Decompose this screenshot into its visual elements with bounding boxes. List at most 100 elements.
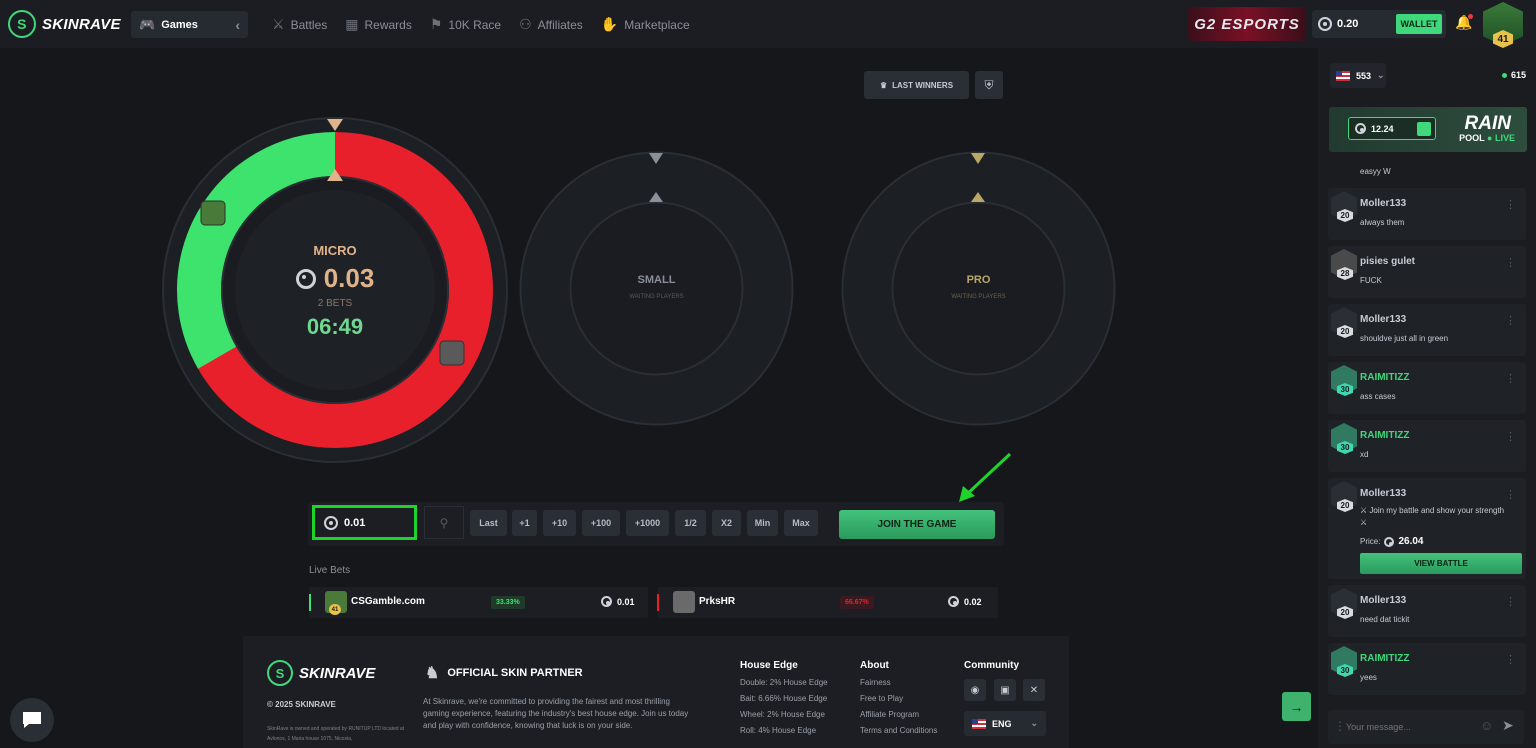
player-avatar <box>673 591 695 613</box>
footer-link[interactable]: Free to Play <box>860 694 937 703</box>
arrow-right-button[interactable]: → <box>1282 692 1311 721</box>
twitch-icon[interactable]: ▣ <box>994 679 1016 701</box>
bet-amount-input[interactable]: 0.01 <box>312 505 417 540</box>
chat-username[interactable]: Moller133 <box>1360 595 1406 606</box>
chevron-left-icon[interactable]: ‹ <box>235 17 240 33</box>
chat-username[interactable]: RAIMITIZZ <box>1360 653 1409 664</box>
discord-icon[interactable]: ◉ <box>964 679 986 701</box>
footer-link[interactable]: Terms and Conditions <box>860 726 937 735</box>
chip-plus1000[interactable]: +1000 <box>626 510 669 536</box>
chip-min[interactable]: Min <box>747 510 778 536</box>
chat-message: 30 RAIMITIZZ yees ⋮ <box>1328 643 1526 695</box>
chip-plus100[interactable]: +100 <box>582 510 620 536</box>
chat-message-input[interactable] <box>1346 718 1476 736</box>
nav-battles[interactable]: ⚔ Battles <box>272 16 327 33</box>
x-icon[interactable]: ✕ <box>1023 679 1045 701</box>
chat-username[interactable]: pisies gulet <box>1360 256 1415 267</box>
coin-icon <box>1384 536 1395 547</box>
esports-banner[interactable]: G2 ESPORTS <box>1188 7 1306 41</box>
clear-bet-button[interactable]: ⚲ <box>424 506 464 539</box>
more-icon[interactable]: ⋮ <box>1505 430 1516 443</box>
nav-label: Battles <box>290 17 328 32</box>
games-menu[interactable]: 🎮 Games ‹ <box>131 11 248 38</box>
coin-icon <box>324 515 338 530</box>
community-column: Community <box>964 660 1019 678</box>
footer-link[interactable]: Affiliate Program <box>860 710 937 719</box>
crown-icon: ♛ <box>879 80 888 90</box>
fairness-shield-button[interactable]: ⛨ <box>975 71 1003 99</box>
nav-rewards[interactable]: ▦ Rewards <box>345 16 412 33</box>
more-icon[interactable]: ⋮ <box>1505 372 1516 385</box>
chip-plus1[interactable]: +1 <box>512 510 537 536</box>
small-wheel[interactable] <box>518 150 795 427</box>
chat-text: xd <box>1360 450 1369 459</box>
annotation-arrow <box>959 452 1012 502</box>
coin-icon <box>1355 123 1366 134</box>
chat-username[interactable]: Moller133 <box>1360 488 1406 499</box>
chat-username[interactable]: Moller133 <box>1360 198 1406 209</box>
coin-icon <box>295 268 316 289</box>
column-title: House Edge <box>740 660 798 671</box>
footer-link[interactable]: Double: 2% House Edge <box>740 678 828 687</box>
nav-label: 10K Race <box>448 17 502 32</box>
nav-marketplace[interactable]: ✋ Marketplace <box>601 16 690 33</box>
more-icon[interactable]: ⋮ <box>1505 256 1516 269</box>
brand-logo[interactable]: S SKINRAVE <box>8 10 121 38</box>
pro-wheel[interactable] <box>840 150 1117 427</box>
nav-label: Marketplace <box>624 17 690 32</box>
more-icon[interactable]: ⋮ <box>1505 595 1516 608</box>
rain-amount: 12.24 <box>1348 117 1436 140</box>
rain-pool[interactable]: 12.24 RAIN POOL ● LIVE <box>1329 107 1527 152</box>
footer-link[interactable]: Wheel: 2% House Edge <box>740 710 828 719</box>
more-icon[interactable]: ⋮ <box>1334 719 1346 733</box>
nav-affiliates[interactable]: ⚇ Affiliates <box>519 16 583 33</box>
chat-username[interactable]: RAIMITIZZ <box>1360 430 1409 441</box>
chip-double[interactable]: X2 <box>712 510 741 536</box>
chat-room-select[interactable]: 553 ⌄ <box>1330 63 1386 88</box>
language-select[interactable]: ENG ⌄ <box>964 711 1046 736</box>
chat-username[interactable]: RAIMITIZZ <box>1360 372 1409 383</box>
bet-chance: 66.67% <box>840 596 874 609</box>
pro-title: PRO <box>966 274 991 286</box>
tip-icon[interactable] <box>1417 121 1431 136</box>
footer-logo[interactable]: S SKINRAVE <box>267 660 375 686</box>
footer-link[interactable]: Fairness <box>860 678 937 687</box>
chat-username[interactable]: Moller133 <box>1360 314 1406 325</box>
live-dot: ● <box>1487 133 1493 143</box>
chip-half[interactable]: 1/2 <box>675 510 706 536</box>
user-plus-icon: ⚇ <box>519 16 532 32</box>
player-avatar <box>200 200 226 226</box>
coin-icon <box>948 596 959 607</box>
chip-plus10[interactable]: +10 <box>543 510 576 536</box>
bet-username[interactable]: CSGamble.com <box>351 596 425 607</box>
more-icon[interactable]: ⋮ <box>1505 488 1516 501</box>
support-chat-button[interactable] <box>10 698 54 742</box>
nav-race[interactable]: ⚑ 10K Race <box>430 16 501 33</box>
more-icon[interactable]: ⋮ <box>1505 314 1516 327</box>
emoji-icon[interactable]: ☺ <box>1480 718 1493 733</box>
level-badge: 41 <box>329 604 341 615</box>
view-battle-button[interactable]: VIEW BATTLE <box>1360 553 1522 574</box>
chip-last[interactable]: Last <box>470 510 507 536</box>
wallet-button[interactable]: WALLET <box>1396 14 1442 34</box>
micro-bets: 2 BETS <box>317 298 353 309</box>
send-icon[interactable]: ➤ <box>1502 717 1514 734</box>
chip-max[interactable]: Max <box>784 510 818 536</box>
bet-amount-value[interactable]: 0.01 <box>344 517 365 529</box>
join-game-button[interactable]: JOIN THE GAME <box>839 510 995 539</box>
micro-title: MICRO <box>313 243 357 258</box>
chat-sidebar: 553 ⌄ 615 12.24 RAIN POOL ● LIVE easyy W… <box>1318 48 1536 748</box>
more-icon[interactable]: ⋮ <box>1505 198 1516 211</box>
bet-amount-value: 0.02 <box>964 596 982 607</box>
footer-link[interactable]: Bait: 6.66% House Edge <box>740 694 828 703</box>
shield-icon: ⛨ <box>984 77 994 92</box>
bell-icon[interactable]: 🔔 <box>1454 14 1474 34</box>
footer-link[interactable]: Roll: 4% House Edge <box>740 726 828 735</box>
broom-icon: ⚲ <box>439 515 449 530</box>
bet-amount: 0.01 <box>601 596 635 607</box>
more-icon[interactable]: ⋮ <box>1505 653 1516 666</box>
chat-text: always them <box>1360 218 1405 227</box>
last-winners-button[interactable]: ♛ LAST WINNERS <box>864 71 969 99</box>
bet-username[interactable]: PrksHR <box>699 596 735 607</box>
chat-text: FUCK <box>1360 276 1382 285</box>
